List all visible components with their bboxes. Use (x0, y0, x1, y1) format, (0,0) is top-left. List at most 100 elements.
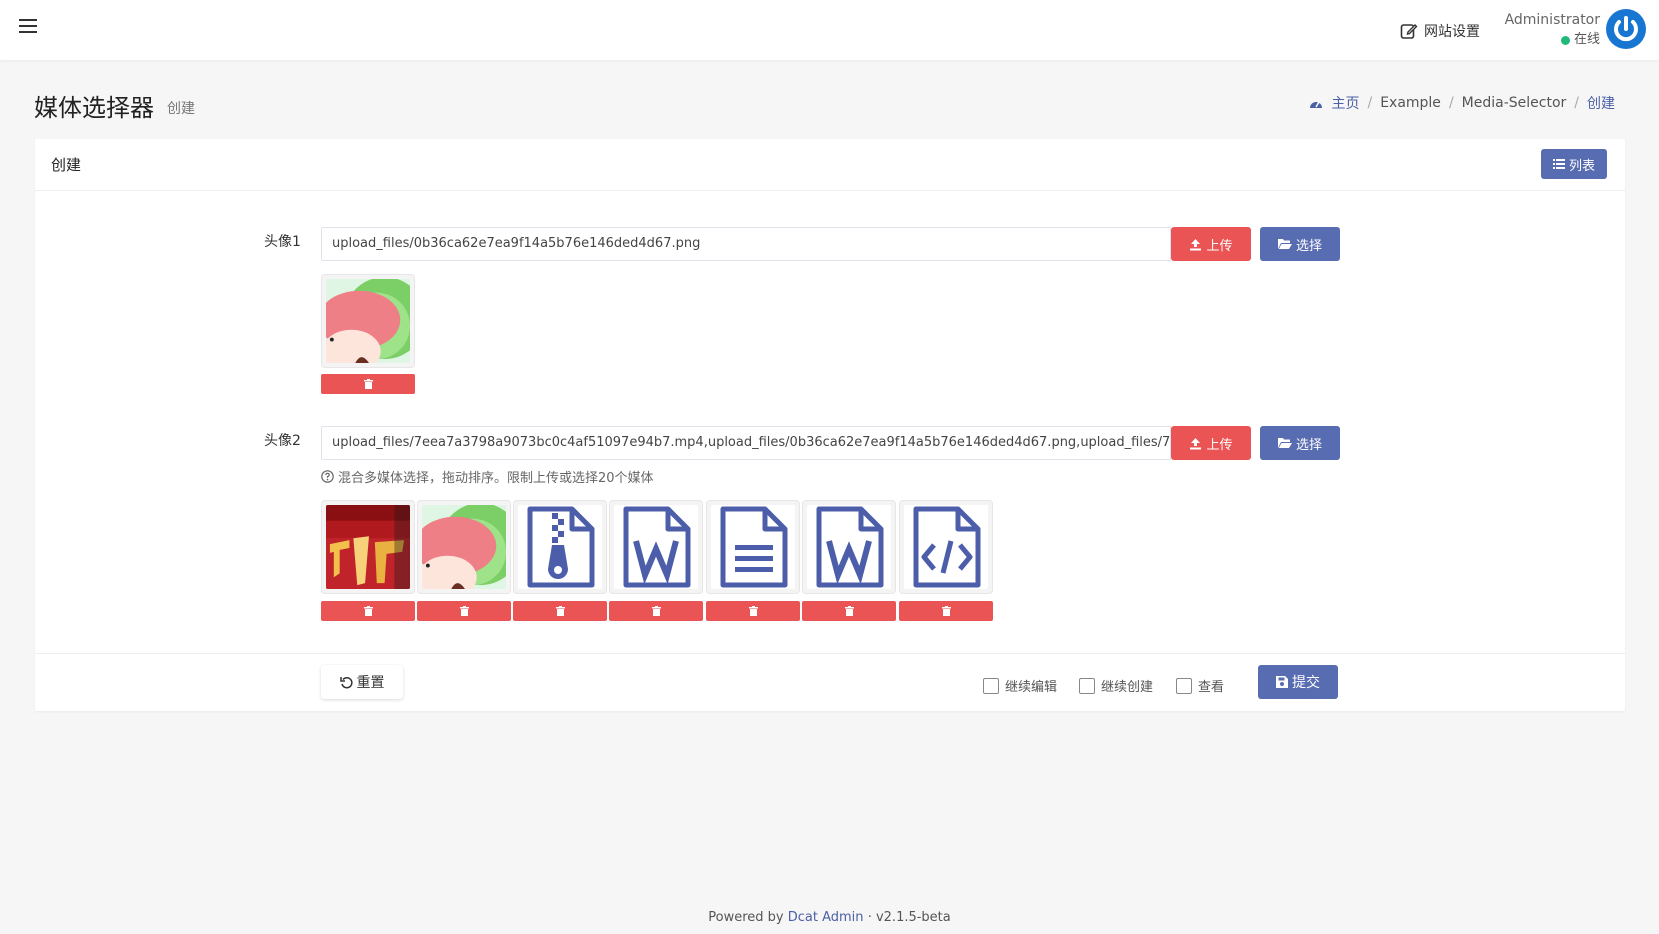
trash-icon (363, 606, 373, 616)
breadcrumb-separator: / (1367, 95, 1373, 111)
avatar1-delete-button[interactable] (321, 374, 415, 394)
avatar1-label: 头像1 (264, 234, 301, 250)
user-name: Administrator (1504, 12, 1600, 28)
avatar1-select-button[interactable]: 选择 (1260, 227, 1340, 261)
breadcrumb-home[interactable]: 主页 (1331, 93, 1359, 113)
breadcrumb: 主页 / Example / Media-Selector / 创建 (1309, 93, 1615, 113)
powered-by-text: Powered by (708, 910, 784, 925)
site-settings-link[interactable]: 网站设置 (1400, 18, 1480, 44)
menu-toggle-icon[interactable] (19, 19, 37, 37)
media-thumbnail[interactable] (609, 500, 703, 594)
avatar2-upload-label: 上传 (1206, 437, 1233, 453)
word-file-icon (623, 506, 691, 588)
trash-icon (844, 606, 854, 616)
view-label: 查看 (1198, 680, 1225, 695)
continue-create-checkbox[interactable]: 继续创建 (1079, 676, 1153, 695)
user-info[interactable]: Administrator 在线 (1500, 10, 1600, 50)
zip-file-icon (527, 506, 595, 588)
checkbox-box[interactable] (1079, 677, 1095, 694)
footer-separator: · (867, 910, 872, 925)
avatar2-input[interactable]: upload_files/7eea7a3798a9073bc0c4af51097… (321, 426, 1171, 460)
view-checkbox[interactable]: 查看 (1176, 676, 1224, 695)
dashboard-icon (1310, 101, 1323, 108)
page-title: 媒体选择器 (34, 94, 154, 122)
avatar2-select-label: 选择 (1295, 437, 1322, 453)
media-thumbnail[interactable] (802, 500, 896, 594)
edit-icon (1400, 24, 1418, 39)
question-circle-icon (321, 470, 334, 483)
reset-button[interactable]: 重置 (321, 665, 403, 699)
trash-icon (941, 606, 951, 616)
upload-icon (1190, 238, 1202, 250)
brand-link[interactable]: Dcat Admin (788, 910, 864, 925)
card-header: 创建 列表 (35, 139, 1625, 191)
media-thumbnail[interactable] (321, 500, 415, 594)
avatar-thumbnail-icon (422, 505, 506, 589)
media-delete-button[interactable] (417, 601, 511, 621)
avatar[interactable] (1606, 9, 1646, 49)
text-file-icon (720, 506, 788, 588)
avatar2-help-text: 混合多媒体选择，拖动排序。限制上传或选择20个媒体 (338, 471, 654, 486)
form-footer: 重置 继续编辑 继续创建 查看 提交 (35, 653, 1625, 711)
media-delete-button[interactable] (609, 601, 703, 621)
trash-icon (555, 606, 565, 616)
media-delete-button[interactable] (321, 601, 415, 621)
folder-open-icon (1277, 438, 1292, 448)
page-subtitle: 创建 (167, 101, 195, 117)
user-status-label: 在线 (1573, 32, 1600, 47)
undo-icon (339, 676, 353, 688)
create-form-card: 创建 列表 头像1 upload_files/0b36ca62e7ea9f14a… (35, 139, 1625, 711)
video-thumbnail-icon (326, 505, 410, 589)
media-delete-button[interactable] (899, 601, 993, 621)
page-footer: Powered by Dcat Admin · v2.1.5-beta (0, 910, 1659, 925)
code-file-icon (913, 506, 981, 588)
card-title: 创建 (51, 156, 82, 174)
breadcrumb-separator: / (1448, 95, 1454, 111)
continue-edit-checkbox[interactable]: 继续编辑 (983, 676, 1057, 695)
checkbox-box[interactable] (1176, 677, 1192, 694)
trash-icon (651, 606, 661, 616)
save-icon (1276, 676, 1288, 688)
avatar2-upload-button[interactable]: 上传 (1171, 426, 1251, 460)
power-logo-icon (1608, 11, 1644, 47)
submit-button[interactable]: 提交 (1258, 665, 1338, 699)
reset-button-label: 重置 (356, 675, 385, 691)
trash-icon (748, 606, 758, 616)
avatar2-label: 头像2 (264, 433, 301, 449)
avatar-thumbnail-icon (326, 279, 410, 363)
word-file-icon (816, 506, 884, 588)
media-thumbnail[interactable] (513, 500, 607, 594)
breadcrumb-example[interactable]: Example (1380, 95, 1441, 111)
site-settings-label: 网站设置 (1424, 24, 1480, 40)
media-thumbnail[interactable] (706, 500, 800, 594)
trash-icon (459, 606, 469, 616)
continue-create-label: 继续创建 (1101, 680, 1154, 695)
checkbox-box[interactable] (983, 677, 999, 694)
media-thumbnail[interactable] (417, 500, 511, 594)
avatar1-upload-button[interactable]: 上传 (1171, 227, 1251, 261)
breadcrumb-media-selector[interactable]: Media-Selector (1462, 95, 1567, 111)
online-dot-icon (1560, 35, 1570, 45)
folder-open-icon (1277, 239, 1292, 249)
avatar1-select-label: 选择 (1295, 238, 1322, 254)
avatar2-help: 混合多媒体选择，拖动排序。限制上传或选择20个媒体 (321, 467, 654, 486)
media-delete-button[interactable] (802, 601, 896, 621)
continue-edit-label: 继续编辑 (1005, 680, 1058, 695)
submit-button-label: 提交 (1292, 675, 1320, 691)
media-thumbnail[interactable] (899, 500, 993, 594)
avatar1-thumbnail[interactable] (321, 274, 415, 368)
version-text: v2.1.5-beta (875, 910, 951, 925)
upload-icon (1190, 437, 1202, 449)
breadcrumb-current: 创建 (1587, 96, 1615, 112)
list-icon (1552, 159, 1565, 169)
media-delete-button[interactable] (706, 601, 800, 621)
media-delete-button[interactable] (513, 601, 607, 621)
avatar2-select-button[interactable]: 选择 (1260, 426, 1340, 460)
avatar1-input[interactable]: upload_files/0b36ca62e7ea9f14a5b76e146de… (321, 227, 1171, 261)
trash-icon (363, 379, 373, 389)
list-button[interactable]: 列表 (1541, 149, 1607, 179)
top-navbar: 网站设置 Administrator 在线 (0, 0, 1659, 60)
user-status: 在线 (1500, 30, 1600, 50)
avatar1-upload-label: 上传 (1206, 238, 1233, 254)
breadcrumb-separator: / (1574, 95, 1579, 111)
